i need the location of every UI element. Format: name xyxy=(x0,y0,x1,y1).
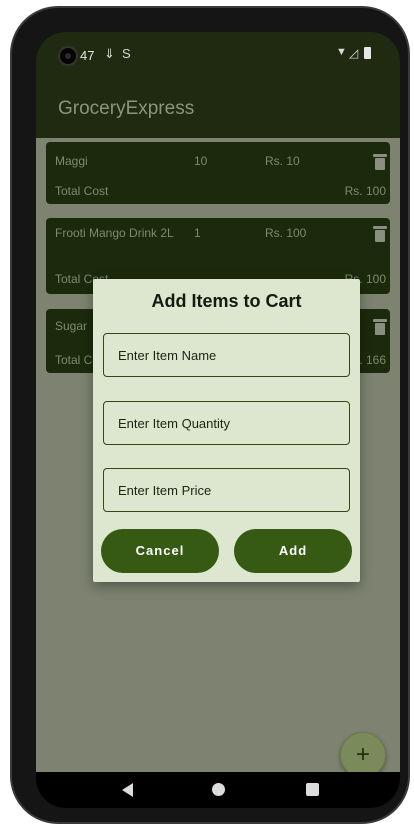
phone-frame: 47 ⇓ Ѕ ▼ ◿ GroceryExpress Maggi 10 Rs. 1… xyxy=(10,6,410,824)
download-icon: ⇓ xyxy=(104,46,115,61)
front-camera-icon xyxy=(58,46,78,66)
item-name: Frooti Mango Drink 2L xyxy=(55,226,174,240)
delete-icon[interactable] xyxy=(373,319,387,335)
item-price-field[interactable] xyxy=(103,468,350,512)
app-title: GroceryExpress xyxy=(58,98,195,119)
navigation-bar xyxy=(36,772,400,808)
item-name-input[interactable] xyxy=(104,334,349,376)
item-price: Rs. 10 xyxy=(265,154,300,168)
item-quantity: 1 xyxy=(194,226,201,240)
add-button[interactable]: Add xyxy=(234,529,352,573)
delete-icon[interactable] xyxy=(373,226,387,242)
app-bar: GroceryExpress xyxy=(36,82,400,138)
item-quantity: 10 xyxy=(194,154,208,168)
item-name: Maggi xyxy=(55,154,88,168)
total-cost-label: Total Cost xyxy=(55,184,109,198)
cart-item-card: Maggi 10 Rs. 10 Total Cost Rs. 100 xyxy=(46,142,390,204)
item-quantity-field[interactable] xyxy=(103,401,350,445)
dialog-title: Add Items to Cart xyxy=(151,291,302,311)
delete-icon[interactable] xyxy=(373,154,387,170)
wifi-icon: ▼ xyxy=(336,46,347,58)
battery-icon xyxy=(364,47,371,59)
back-icon[interactable] xyxy=(122,783,133,797)
status-bar: 47 ⇓ Ѕ ▼ ◿ xyxy=(36,32,400,82)
screen: 47 ⇓ Ѕ ▼ ◿ GroceryExpress Maggi 10 Rs. 1… xyxy=(36,32,400,808)
s-shield-icon: Ѕ xyxy=(122,46,131,61)
add-items-dialog: Add Items to Cart Cancel Add xyxy=(93,279,360,582)
item-price-input[interactable] xyxy=(104,469,349,511)
cancel-button[interactable]: Cancel xyxy=(101,529,219,573)
item-name-field[interactable] xyxy=(103,333,350,377)
recents-icon[interactable] xyxy=(306,783,319,796)
status-time: 47 xyxy=(80,48,95,63)
total-cost-value: Rs. 100 xyxy=(344,184,386,198)
home-icon[interactable] xyxy=(212,783,225,796)
item-price: Rs. 100 xyxy=(265,226,307,240)
item-quantity-input[interactable] xyxy=(104,402,349,444)
item-name: Sugar xyxy=(55,319,88,333)
signal-icon: ◿ xyxy=(349,46,359,60)
plus-icon: + xyxy=(355,741,370,768)
